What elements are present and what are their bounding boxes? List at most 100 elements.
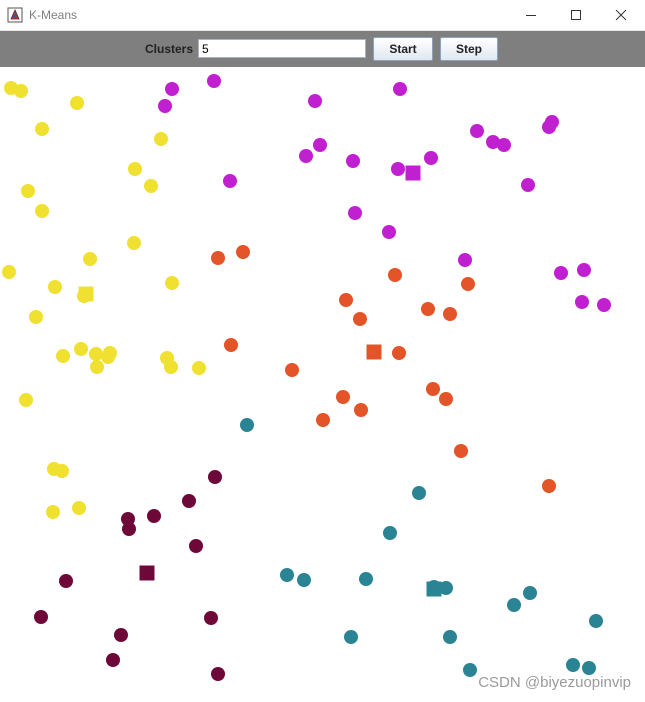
data-point [211, 667, 225, 681]
data-point [240, 418, 254, 432]
data-point [344, 630, 358, 644]
data-point [412, 486, 426, 500]
data-point [336, 390, 350, 404]
data-point [165, 82, 179, 96]
data-point [582, 661, 596, 675]
data-point [19, 393, 33, 407]
cluster-centroid [139, 565, 155, 581]
data-point [189, 539, 203, 553]
data-point [439, 392, 453, 406]
data-point [144, 179, 158, 193]
clusters-input[interactable] [198, 39, 366, 58]
data-point [523, 586, 537, 600]
data-point [359, 572, 373, 586]
data-point [90, 360, 104, 374]
data-point [597, 298, 611, 312]
data-point [223, 174, 237, 188]
title-bar: K-Means [0, 0, 645, 31]
data-point [382, 225, 396, 239]
data-point [35, 204, 49, 218]
data-point [392, 346, 406, 360]
data-point [74, 342, 88, 356]
cluster-3 [211, 245, 556, 493]
clusters-label: Clusters [145, 42, 194, 56]
data-point [299, 149, 313, 163]
scatter-plot-area: CSDN @biyezuopinvip [0, 67, 645, 702]
data-point [192, 361, 206, 375]
cluster-5 [34, 470, 225, 681]
cluster-4 [240, 418, 603, 677]
cluster-2 [158, 74, 611, 312]
data-point [545, 115, 559, 129]
minimize-icon [526, 15, 536, 16]
data-point [577, 263, 591, 277]
data-point [114, 628, 128, 642]
data-point [463, 663, 477, 677]
data-point [313, 138, 327, 152]
data-point [383, 526, 397, 540]
cluster-centroid [426, 581, 442, 597]
watermark-text: CSDN @biyezuopinvip [478, 674, 631, 691]
data-point [29, 310, 43, 324]
close-icon [615, 9, 627, 21]
data-point [72, 501, 86, 515]
data-point [542, 479, 556, 493]
data-point [14, 84, 28, 98]
data-point [454, 444, 468, 458]
data-point [461, 277, 475, 291]
data-point [182, 494, 196, 508]
cluster-centroid [78, 286, 94, 302]
java-app-icon [7, 7, 23, 23]
data-point [236, 245, 250, 259]
data-point [316, 413, 330, 427]
minimize-button[interactable] [508, 0, 554, 30]
data-point [55, 464, 69, 478]
data-point [101, 350, 115, 364]
data-point [164, 360, 178, 374]
data-point [393, 82, 407, 96]
window-title: K-Means [29, 8, 78, 22]
data-point [426, 382, 440, 396]
data-point [35, 122, 49, 136]
cluster-centroid [405, 165, 421, 181]
data-point [353, 312, 367, 326]
data-point [507, 598, 521, 612]
data-point [443, 307, 457, 321]
data-point [147, 509, 161, 523]
data-point [89, 347, 103, 361]
data-point [354, 403, 368, 417]
data-point [46, 505, 60, 519]
data-point [554, 266, 568, 280]
close-button[interactable] [598, 0, 644, 30]
data-point [443, 630, 457, 644]
data-point [388, 268, 402, 282]
step-button[interactable]: Step [440, 37, 498, 61]
data-point [207, 74, 221, 88]
data-point [48, 280, 62, 294]
scatter-plot [2, 74, 611, 681]
data-point [154, 132, 168, 146]
data-point [56, 349, 70, 363]
data-point [204, 611, 218, 625]
cluster-centroid [366, 344, 382, 360]
start-button[interactable]: Start [373, 37, 433, 61]
data-point [70, 96, 84, 110]
data-point [424, 151, 438, 165]
data-point [165, 276, 179, 290]
data-point [158, 99, 172, 113]
data-point [21, 184, 35, 198]
kmeans-window: K-Means Clusters Start Step CSDN @biyezu… [0, 0, 645, 702]
data-point [458, 253, 472, 267]
control-toolbar: Clusters Start Step [0, 31, 645, 67]
maximize-button[interactable] [553, 0, 599, 30]
data-point [208, 470, 222, 484]
data-point [83, 252, 97, 266]
data-point [59, 574, 73, 588]
data-point [348, 206, 362, 220]
data-point [34, 610, 48, 624]
data-point [497, 138, 511, 152]
data-point [308, 94, 322, 108]
data-point [127, 236, 141, 250]
data-point [391, 162, 405, 176]
data-point [280, 568, 294, 582]
